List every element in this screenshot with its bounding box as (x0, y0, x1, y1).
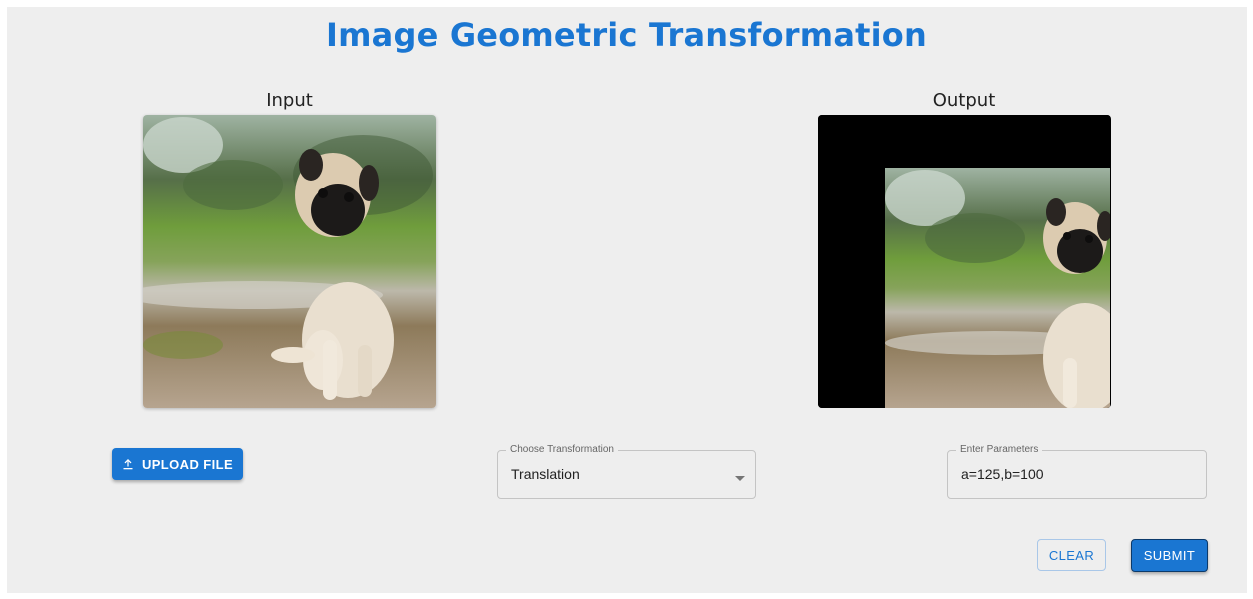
transformation-select-label: Choose Transformation (506, 444, 618, 456)
parameters-field-value[interactable]: a=125,b=100 (961, 466, 1044, 482)
input-image (143, 115, 436, 408)
output-photo (818, 115, 1110, 408)
output-image (818, 115, 1111, 408)
parameters-field[interactable]: Enter Parameters a=125,b=100 (947, 444, 1207, 499)
clear-button[interactable]: CLEAR (1037, 539, 1106, 571)
caret-down-icon (735, 469, 745, 487)
upload-icon (122, 458, 134, 470)
submit-button[interactable]: SUBMIT (1131, 539, 1208, 572)
output-caption: Output (932, 90, 996, 111)
transformation-select-value: Translation (511, 466, 580, 482)
transformation-select[interactable]: Choose Transformation Translation (497, 444, 756, 499)
upload-file-button[interactable]: UPLOAD FILE (112, 448, 243, 480)
input-photo (143, 115, 436, 408)
parameters-field-label: Enter Parameters (956, 444, 1043, 456)
input-caption: Input (266, 90, 313, 111)
page-title: Image Geometric Transformation (326, 16, 927, 54)
upload-file-label: UPLOAD FILE (141, 456, 234, 472)
